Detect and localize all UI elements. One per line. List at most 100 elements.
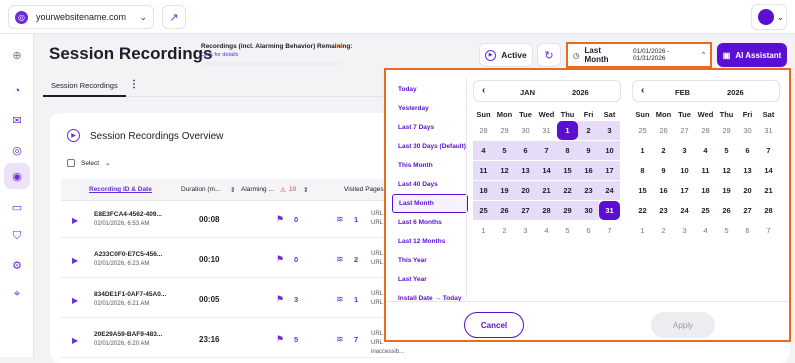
ai-assistant-button[interactable]: ▣ AI Assistant (717, 43, 787, 67)
calendar-day[interactable]: 27 (515, 201, 536, 220)
calendar-day[interactable]: 22 (632, 201, 653, 220)
calendar-day[interactable]: 7 (758, 221, 779, 240)
calendar-day[interactable]: 23 (653, 201, 674, 220)
calendar-day[interactable]: 4 (695, 221, 716, 240)
calendar-day[interactable]: 28 (473, 121, 494, 140)
calendar-day[interactable]: 11 (695, 161, 716, 180)
recording-id[interactable]: A233C0F0-E7C5-456... (94, 251, 162, 258)
shield-icon[interactable]: ⛉ (8, 227, 26, 245)
pie-chart-icon[interactable]: ◔ (8, 82, 26, 100)
calendar-day[interactable]: 16 (578, 161, 599, 180)
calendar-day[interactable]: 13 (515, 161, 536, 180)
table-row[interactable]: ▶ 834DE1F1-0AF7-45A0... 02/01/2026, 6:21 A… (61, 284, 391, 318)
calendar-day[interactable]: 18 (473, 181, 494, 200)
calendar-day[interactable]: 30 (515, 121, 536, 140)
preset-option[interactable]: Install Date → Today (392, 289, 468, 308)
website-selector[interactable]: ◎ yourwebsitename.com ⌄ (8, 5, 154, 29)
calendar-day[interactable]: 20 (515, 181, 536, 200)
calendar-day[interactable]: 21 (536, 181, 557, 200)
calendar-day[interactable]: 3 (599, 121, 620, 140)
calendar-day[interactable]: 6 (515, 141, 536, 160)
calendar-day[interactable]: 26 (716, 201, 737, 220)
select-all-checkbox[interactable] (67, 159, 75, 167)
calendar-day[interactable]: 2 (653, 141, 674, 160)
active-button[interactable]: ▶ Active (479, 43, 533, 67)
calendar-day[interactable]: 1 (632, 141, 653, 160)
calendar-day[interactable]: 9 (653, 161, 674, 180)
calendar-day[interactable]: 26 (653, 121, 674, 140)
calendar-day[interactable]: 18 (695, 181, 716, 200)
calendar-day[interactable]: 5 (494, 141, 515, 160)
calendar-day[interactable]: 7 (758, 141, 779, 160)
calendar-day[interactable]: 30 (737, 121, 758, 140)
calendar-day[interactable]: 6 (737, 141, 758, 160)
calendar-day[interactable]: 2 (653, 221, 674, 240)
calendar-day[interactable]: 29 (557, 201, 578, 220)
recording-id[interactable]: E8E3FCA4-4562-409... (94, 211, 162, 218)
calendar-day[interactable]: 3 (674, 141, 695, 160)
calendar-day[interactable]: 16 (653, 181, 674, 200)
calendar-day[interactable]: 4 (695, 141, 716, 160)
table-row[interactable]: ▶ E8E3FCA4-4562-409... 02/01/2026, 6:53 AM… (61, 204, 391, 238)
calendar-day[interactable]: 26 (494, 201, 515, 220)
calendar-day[interactable]: 30 (578, 201, 599, 220)
sort-icon[interactable]: ⇕ (230, 186, 235, 194)
url-entry[interactable]: URL (371, 211, 383, 217)
select-control[interactable]: Select ⌄ (67, 159, 111, 167)
preset-option[interactable]: Last Year (392, 270, 468, 289)
calendar-day[interactable]: 31 (536, 121, 557, 140)
map-pin-icon[interactable]: ⌖ (8, 285, 26, 303)
calendar-day[interactable]: 8 (557, 141, 578, 160)
calendar-day[interactable]: 5 (716, 141, 737, 160)
calendar-day[interactable]: 8 (632, 161, 653, 180)
gear-icon[interactable]: ⚙ (8, 256, 26, 274)
calendar-day[interactable]: 13 (737, 161, 758, 180)
apply-button[interactable]: Apply (651, 312, 715, 338)
calendar-day[interactable]: 28 (536, 201, 557, 220)
calendar-day[interactable]: 1 (473, 221, 494, 240)
user-menu[interactable]: ⌄ (751, 4, 787, 30)
chevron-left-icon[interactable]: ‹ (641, 85, 644, 96)
calendar-day[interactable]: 11 (473, 161, 494, 180)
home-icon[interactable]: ⊕ (8, 46, 26, 64)
calendar-day[interactable]: 31 (758, 121, 779, 140)
preset-option[interactable]: This Month (392, 156, 468, 175)
calendar-day[interactable]: 15 (557, 161, 578, 180)
header-duration[interactable]: Duration (m... (181, 186, 220, 193)
spiral-icon[interactable]: ◎ (8, 141, 26, 159)
calendar-day[interactable]: 14 (758, 161, 779, 180)
recording-id[interactable]: 834DE1F1-0AF7-45A0... (94, 291, 166, 298)
calendar-day[interactable]: 24 (674, 201, 695, 220)
url-entry[interactable]: URL (371, 300, 383, 306)
refresh-button[interactable]: ↻ (537, 43, 561, 67)
recording-id[interactable]: 20E29A59-BAF9-483... (94, 331, 162, 338)
preset-option[interactable]: Last 7 Days (392, 118, 468, 137)
calendar-day[interactable]: 17 (599, 161, 620, 180)
cancel-button[interactable]: Cancel (464, 312, 524, 338)
calendar-day[interactable]: 3 (515, 221, 536, 240)
calendar-day[interactable]: 2 (494, 221, 515, 240)
calendar-day[interactable]: 21 (758, 181, 779, 200)
url-entry[interactable]: URL (371, 251, 383, 257)
inbox-icon[interactable]: ✉ (8, 111, 26, 129)
calendar-day[interactable]: 5 (716, 221, 737, 240)
chevron-left-icon[interactable]: ‹ (482, 85, 485, 96)
calendar-day[interactable]: 29 (494, 121, 515, 140)
header-visited-pages[interactable]: Visited Pages (344, 186, 384, 193)
calendar-day[interactable]: 3 (674, 221, 695, 240)
calendar-day[interactable]: 10 (674, 161, 695, 180)
card-icon[interactable]: ▭ (8, 198, 26, 216)
calendar-day[interactable]: 27 (674, 121, 695, 140)
calendar-day[interactable]: 19 (716, 181, 737, 200)
url-entry[interactable]: URL (371, 220, 383, 226)
calendar-day[interactable]: 19 (494, 181, 515, 200)
url-entry[interactable]: URL (371, 331, 383, 337)
calendar-day[interactable]: 22 (557, 181, 578, 200)
preset-option[interactable]: Today (392, 80, 468, 99)
calendar-day[interactable]: 17 (674, 181, 695, 200)
calendar-day[interactable]: 20 (737, 181, 758, 200)
preset-option[interactable]: Last 6 Months (392, 213, 468, 232)
url-entry[interactable]: URL inaccessib... (371, 340, 404, 355)
calendar-day[interactable]: 5 (557, 221, 578, 240)
header-alarming[interactable]: Alarming ... (241, 186, 274, 193)
